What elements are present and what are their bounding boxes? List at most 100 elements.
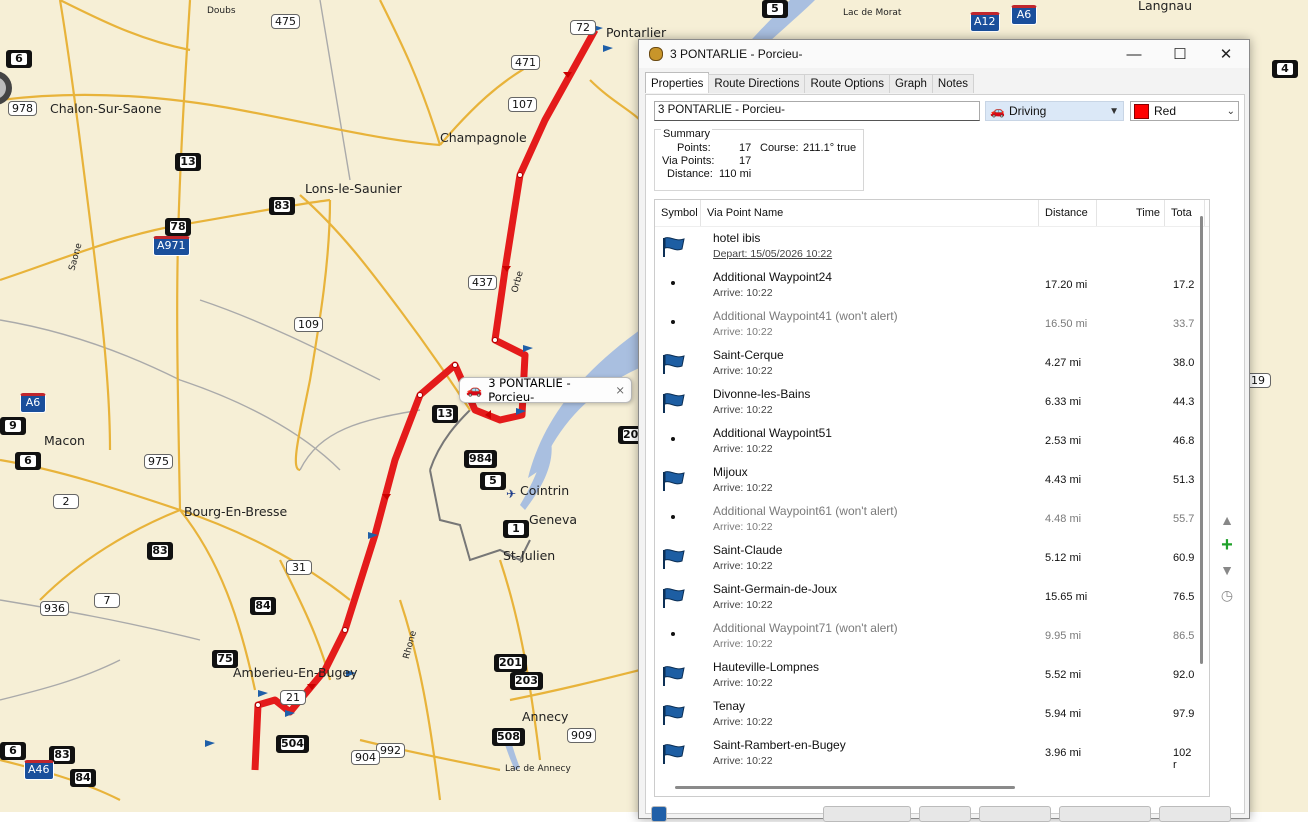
minimize-button[interactable]: —: [1111, 40, 1157, 68]
col-symbol[interactable]: Symbol: [655, 200, 701, 226]
waypoint-name: Additional Waypoint41 (won't alert): [713, 309, 898, 323]
list-item[interactable]: Additional Waypoint71 (won't alert) Arriv…: [655, 618, 1195, 657]
tab-graph[interactable]: Graph: [888, 74, 933, 93]
city-label: Annecy: [522, 709, 569, 724]
tab-route-directions[interactable]: Route Directions: [708, 74, 806, 93]
road-shield: 83: [269, 197, 295, 215]
course-value: 211.1° true: [803, 142, 857, 154]
waypoint-total: 60.9: [1173, 552, 1195, 564]
list-item[interactable]: Mijoux Arrive: 10:22 4.43 mi 51.3: [655, 462, 1195, 501]
waypoint-subtext: Arrive: 10:22: [713, 560, 773, 572]
road-shield: A6: [1011, 5, 1037, 25]
bottom-button-3[interactable]: [979, 806, 1051, 822]
city-label: Langnau: [1138, 0, 1192, 13]
col-name[interactable]: Via Point Name: [701, 200, 1039, 226]
horizontal-scrollbar[interactable]: [675, 786, 1015, 789]
dot-icon: [671, 281, 675, 285]
road-number: 201: [499, 656, 522, 669]
road-shield: 107: [508, 97, 537, 112]
road-number: 84: [75, 771, 91, 784]
list-item[interactable]: Saint-Rambert-en-Bugey Arrive: 10:22 3.96 …: [655, 735, 1195, 774]
checkbox[interactable]: [651, 806, 667, 822]
city-label: Amberieu-En-Bugey: [233, 665, 358, 680]
mode-select[interactable]: 🚗 Driving ▼: [985, 101, 1124, 121]
list-item[interactable]: Additional Waypoint24 Arrive: 10:22 17.20 …: [655, 267, 1195, 306]
list-item[interactable]: Saint-Claude Arrive: 10:22 5.12 mi 60.9: [655, 540, 1195, 579]
flag-icon: [661, 665, 687, 687]
tab-route-options[interactable]: Route Options: [804, 74, 890, 93]
road-shield: 84: [250, 597, 276, 615]
col-total[interactable]: Tota: [1165, 200, 1205, 226]
list-item[interactable]: Saint-Germain-de-Joux Arrive: 10:22 15.65 …: [655, 579, 1195, 618]
waypoint-total: 92.0: [1173, 669, 1195, 681]
col-distance[interactable]: Distance: [1039, 200, 1097, 226]
route-name-input[interactable]: 3 PONTARLIE - Porcieu-: [654, 101, 980, 121]
route-tooltip[interactable]: 🚗 3 PONTARLIE - Porcieu- ×: [459, 376, 632, 404]
road-shield: 975: [144, 454, 173, 469]
bottom-button-4[interactable]: [1059, 806, 1151, 822]
city-label: Doubs: [207, 6, 236, 16]
clock-icon[interactable]: ◷: [1216, 584, 1238, 606]
road-number: 6: [11, 53, 27, 65]
flag-icon: [661, 704, 687, 726]
waypoint-name: hotel ibis: [713, 231, 761, 245]
points-value: 17: [739, 142, 752, 154]
city-label: Cointrin: [520, 483, 570, 498]
bottom-button-2[interactable]: [919, 806, 971, 822]
title-bar[interactable]: 3 PONTARLIE - Porcieu- — ☐ ✕: [639, 40, 1249, 68]
move-up-icon[interactable]: ▲: [1216, 509, 1238, 531]
road-shield: 904: [351, 750, 380, 765]
waypoint-name: Additional Waypoint71 (won't alert): [713, 621, 898, 635]
road-shield: 6: [6, 50, 32, 68]
waypoint-distance: 2.53 mi: [1045, 435, 1082, 447]
vertical-scrollbar[interactable]: [1200, 216, 1203, 664]
flag-icon: [661, 392, 687, 414]
add-icon[interactable]: +: [1216, 534, 1238, 556]
list-item[interactable]: Saint-Cerque Arrive: 10:22 4.27 mi 38.0: [655, 345, 1195, 384]
via-point-list[interactable]: Symbol Via Point Name Distance Time Tota…: [654, 199, 1210, 797]
waypoint-name: Mijoux: [713, 465, 748, 479]
road-shield: 203: [510, 672, 543, 690]
list-item[interactable]: Additional Waypoint51 Arrive: 10:22 2.53 m…: [655, 423, 1195, 462]
flag-icon: [661, 548, 687, 570]
waypoint-subtext: Arrive: 10:22: [713, 677, 773, 689]
waypoint-subtext: Arrive: 10:22: [713, 716, 773, 728]
close-button[interactable]: ✕: [1203, 40, 1249, 68]
waypoint-name: Saint-Claude: [713, 543, 783, 557]
tab-notes[interactable]: Notes: [931, 74, 974, 93]
list-item[interactable]: Tenay Arrive: 10:22 5.94 mi 97.9: [655, 696, 1195, 735]
city-label: Chalon-Sur-Saone: [50, 101, 162, 116]
waypoint-subtext: Arrive: 10:22: [713, 482, 773, 494]
tab-properties[interactable]: Properties: [645, 72, 710, 93]
waypoint-total: 102 r: [1173, 747, 1192, 771]
waypoint-distance: 16.50 mi: [1045, 318, 1088, 330]
color-select[interactable]: Red ⌄: [1130, 101, 1239, 121]
maximize-button[interactable]: ☐: [1157, 40, 1203, 68]
route-properties-window: 3 PONTARLIE - Porcieu- — ☐ ✕ Properties …: [638, 39, 1250, 822]
list-item[interactable]: Additional Waypoint61 (won't alert) Arriv…: [655, 501, 1195, 540]
list-item[interactable]: Divonne-les-Bains Arrive: 10:22 6.33 mi 44.…: [655, 384, 1195, 423]
road-shield: 1: [503, 520, 529, 538]
road-number: 1: [508, 523, 524, 535]
waypoint-name: Tenay: [713, 699, 746, 713]
road-shield: 7: [94, 593, 120, 608]
list-item[interactable]: hotel ibis Depart: 15/05/2026 10:22: [655, 228, 1195, 267]
list-item[interactable]: Hauteville-Lompnes Arrive: 10:22 5.52 mi 92…: [655, 657, 1195, 696]
road-number: 83: [274, 199, 290, 212]
road-number: 504: [281, 737, 304, 750]
move-down-icon[interactable]: ▼: [1216, 559, 1238, 581]
flag-icon: [661, 743, 687, 765]
dot-icon: [671, 320, 675, 324]
tooltip-close-icon[interactable]: ×: [615, 383, 625, 397]
bottom-button-5[interactable]: [1159, 806, 1231, 822]
mode-value: Driving: [1008, 104, 1047, 118]
waypoint-total: 44.3: [1173, 396, 1195, 408]
distance-value: 110 mi: [719, 168, 752, 180]
flag-icon: [661, 470, 687, 492]
list-item[interactable]: Additional Waypoint41 (won't alert) Arriv…: [655, 306, 1195, 345]
dot-icon: [671, 632, 675, 636]
road-number: 83: [152, 544, 168, 557]
waypoint-distance: 17.20 mi: [1045, 279, 1088, 291]
bottom-button-1[interactable]: [823, 806, 911, 822]
col-time[interactable]: Time: [1097, 200, 1165, 226]
